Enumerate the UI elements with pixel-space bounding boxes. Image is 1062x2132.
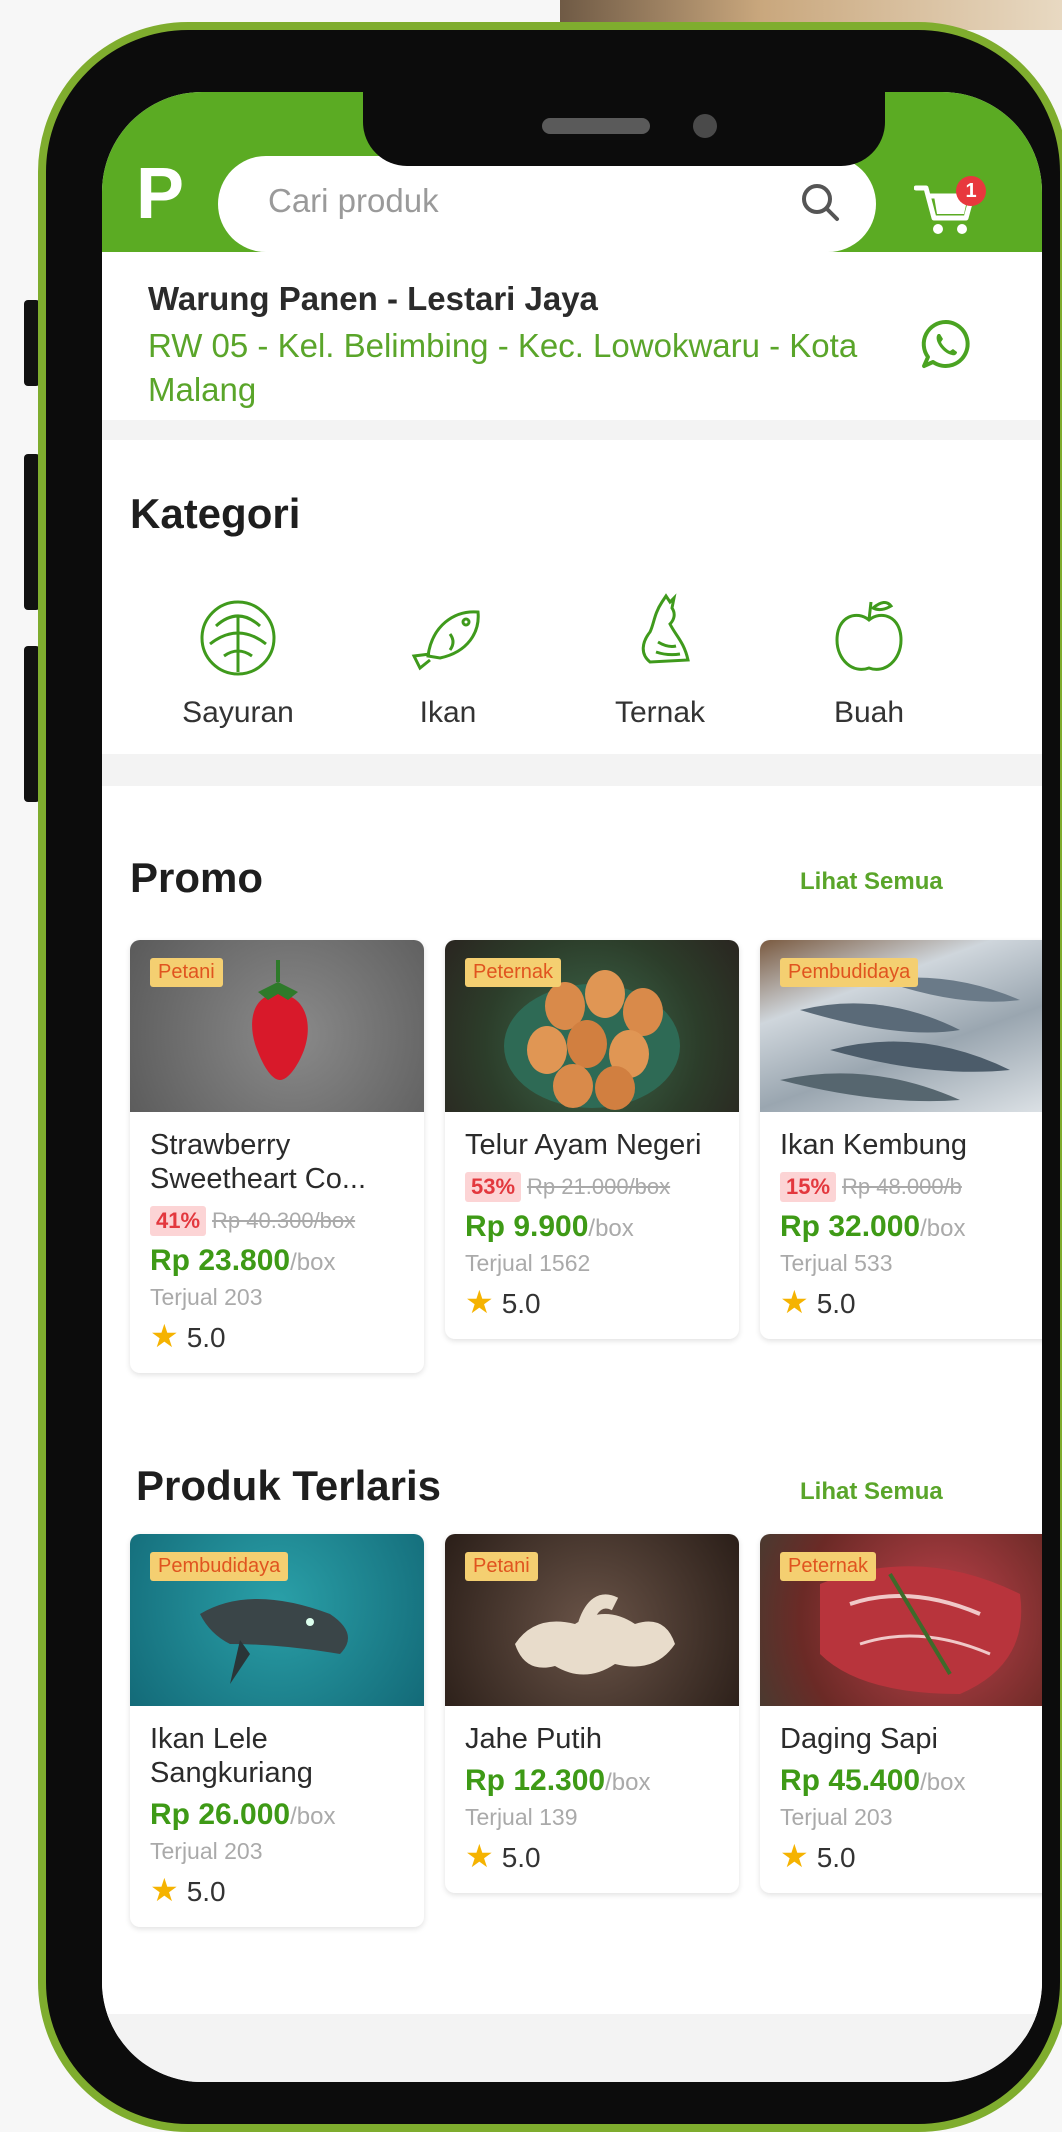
- product-image: Petani: [445, 1534, 739, 1706]
- phone-notch: [363, 92, 885, 166]
- product-price: Rp 9.900: [465, 1210, 589, 1243]
- product-name: Telur Ayam Negeri: [465, 1129, 702, 1161]
- category-ikan[interactable]: Ikan: [373, 586, 523, 730]
- price-unit: /box: [290, 1803, 336, 1830]
- whatsapp-icon[interactable]: [920, 318, 972, 370]
- price-unit: /box: [588, 1215, 634, 1242]
- rating-value: 5.0: [501, 1288, 541, 1319]
- original-price: Rp 21.000/box: [527, 1174, 671, 1199]
- search-input[interactable]: Cari produk: [218, 156, 876, 252]
- sold-count: Terjual 203: [780, 1804, 893, 1830]
- sold-count: Terjual 533: [780, 1250, 893, 1276]
- category-label: Ikan: [419, 696, 477, 729]
- price-unit: /box: [605, 1769, 651, 1796]
- rating-value: 5.0: [816, 1288, 856, 1319]
- search-icon[interactable]: [798, 180, 842, 224]
- product-image: Pembudidaya: [130, 1534, 424, 1706]
- product-image: Peternak: [760, 1534, 1042, 1706]
- discount-badge: 41%: [150, 1206, 207, 1236]
- app-screen: P Cari produk 1 Warung Panen - Lestari J…: [102, 92, 1042, 2082]
- app-logo[interactable]: P: [136, 154, 184, 234]
- product-price: Rp 26.000: [150, 1798, 291, 1831]
- category-label: Ternak: [614, 696, 706, 729]
- producer-tag: Pembudidaya: [780, 958, 919, 987]
- cabbage-icon: [200, 600, 276, 676]
- search-placeholder: Cari produk: [268, 182, 439, 219]
- product-card[interactable]: Pembudidaya Ikan Kembung 15% Rp 48.000/b …: [760, 940, 1042, 1339]
- producer-tag: Pembudidaya: [150, 1552, 289, 1581]
- sold-count: Terjual 203: [150, 1284, 263, 1310]
- product-card[interactable]: Peternak Telur Ayam Negeri 53% Rp 21.000/…: [445, 940, 739, 1339]
- strawberry-image: [252, 960, 308, 1080]
- product-name: Daging Sapi: [780, 1723, 938, 1755]
- chicken-icon: [641, 593, 690, 664]
- price-unit: /box: [290, 1249, 336, 1276]
- bestseller-title: Produk Terlaris: [136, 1462, 441, 1509]
- product-price: Rp 32.000: [780, 1210, 921, 1243]
- star-icon: ★: [150, 1872, 179, 1908]
- sold-count: Terjual 139: [465, 1804, 578, 1830]
- category-label: Sayuran: [182, 696, 294, 729]
- price-unit: /box: [920, 1215, 966, 1242]
- promo-see-all-link[interactable]: Lihat Semua: [800, 868, 943, 896]
- star-icon: ★: [780, 1284, 809, 1320]
- category-label: Buah: [833, 696, 905, 729]
- category-sayuran[interactable]: Sayuran: [163, 586, 313, 730]
- discount-badge: 53%: [465, 1172, 522, 1202]
- sold-count: Terjual 1562: [465, 1250, 591, 1276]
- product-image: Petani: [130, 940, 424, 1112]
- bestseller-see-all-link[interactable]: Lihat Semua: [800, 1478, 943, 1506]
- product-card[interactable]: Pembudidaya Ikan Lele Sangkuriang Rp 26.…: [130, 1534, 424, 1927]
- star-icon: ★: [780, 1838, 809, 1874]
- bestseller-section: Produk Terlaris Lihat Semua Pembudidaya …: [102, 1438, 1042, 2038]
- star-icon: ★: [465, 1838, 494, 1874]
- discount-badge: 15%: [780, 1172, 837, 1202]
- store-name: Warung Panen - Lestari Jaya: [148, 280, 598, 317]
- rating-value: 5.0: [501, 1842, 541, 1873]
- producer-tag: Peternak: [780, 1552, 877, 1581]
- category-buah[interactable]: Buah: [794, 586, 944, 730]
- product-price: Rp 23.800: [150, 1244, 291, 1277]
- speaker-grille: [542, 118, 650, 134]
- category-title: Kategori: [130, 490, 301, 537]
- product-price: Rp 45.400: [780, 1764, 921, 1797]
- product-price: Rp 12.300: [465, 1764, 606, 1797]
- bottom-spacer: [102, 2038, 1042, 2082]
- star-icon: ★: [465, 1284, 494, 1320]
- original-price: Rp 48.000/b: [842, 1174, 962, 1199]
- price-unit: /box: [920, 1769, 966, 1796]
- product-card[interactable]: Peternak Daging Sapi Rp 45.400/box Terju…: [760, 1534, 1042, 1893]
- cart-count-badge: 1: [956, 176, 986, 206]
- promo-title: Promo: [130, 854, 264, 901]
- product-image: Peternak: [445, 940, 739, 1112]
- apple-icon: [835, 601, 903, 671]
- fish-icon: [411, 610, 480, 671]
- original-price: Rp 40.300/box: [212, 1208, 356, 1233]
- product-name: Jahe Putih: [465, 1723, 603, 1755]
- producer-tag: Petani: [150, 958, 223, 987]
- category-ternak[interactable]: Ternak: [585, 586, 735, 730]
- product-name: Strawberry Sweetheart Co...: [150, 1129, 366, 1195]
- sold-count: Terjual 203: [150, 1838, 263, 1864]
- promo-section: Promo Lihat Semua Petani Strawberry Swee…: [102, 818, 1042, 1438]
- catfish-image: [200, 1599, 348, 1684]
- product-card[interactable]: Petani Jahe Putih Rp 12.300/box Terjual …: [445, 1534, 739, 1893]
- rating-value: 5.0: [816, 1842, 856, 1873]
- category-section: Kategori Sayuran Ikan Ternak Buah: [102, 458, 1042, 786]
- product-name: Ikan Lele Sangkuriang: [150, 1723, 313, 1789]
- star-icon: ★: [150, 1318, 179, 1354]
- rating-value: 5.0: [186, 1876, 226, 1907]
- product-card[interactable]: Petani Strawberry Sweetheart Co... 41% Rp…: [130, 940, 424, 1373]
- rating-value: 5.0: [186, 1322, 226, 1353]
- store-info: Warung Panen - Lestari Jaya RW 05 - Kel.…: [102, 252, 1042, 440]
- producer-tag: Peternak: [465, 958, 562, 987]
- ginger-image: [515, 1594, 675, 1675]
- phone-frame: P Cari produk 1 Warung Panen - Lestari J…: [38, 22, 1062, 2132]
- product-name: Ikan Kembung: [780, 1129, 968, 1161]
- product-image: Pembudidaya: [760, 940, 1042, 1112]
- front-camera: [693, 114, 717, 138]
- producer-tag: Petani: [465, 1552, 538, 1581]
- store-address: RW 05 - Kel. Belimbing - Kec. Lowokwaru …: [148, 327, 858, 408]
